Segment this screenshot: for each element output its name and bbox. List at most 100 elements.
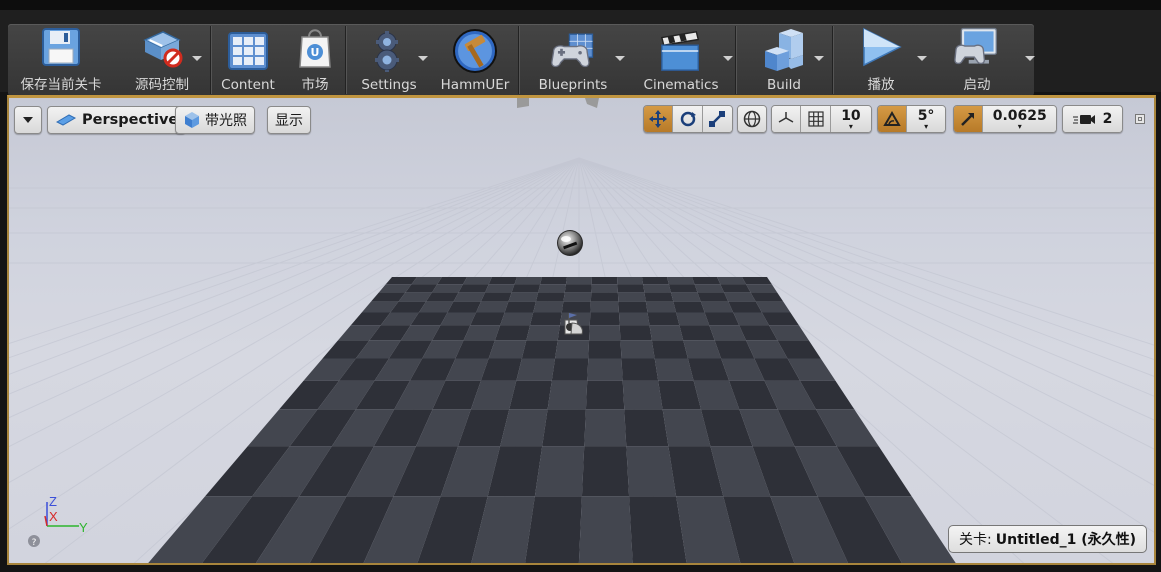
svg-text:?: ? — [32, 538, 37, 548]
floor-tile — [480, 292, 512, 302]
scale-snap-group: 0.0625 ▾ — [953, 105, 1057, 133]
move-arrows-icon — [649, 110, 668, 128]
floor-tile — [643, 284, 671, 293]
floor-tile — [521, 340, 558, 359]
camera-speed-button[interactable]: 2 — [1063, 106, 1122, 132]
floor-tile — [463, 277, 492, 285]
floor-tile — [516, 358, 556, 381]
floor-tile — [589, 312, 620, 326]
floor-tile — [509, 380, 552, 410]
build-button[interactable]: Build — [736, 24, 832, 96]
floor-tile — [624, 409, 669, 447]
surface-snap-button[interactable] — [772, 106, 802, 132]
floor-tile — [535, 292, 565, 302]
content-button[interactable]: Content — [211, 24, 285, 96]
cinematics-button[interactable]: Cinematics — [627, 24, 735, 96]
settings-label: Settings — [361, 77, 417, 93]
floor-tile — [717, 277, 747, 285]
save-level-button[interactable]: 保存当前关卡 — [8, 24, 114, 96]
floor-tile — [697, 292, 729, 302]
rotation-snap-toggle[interactable] — [878, 106, 908, 132]
level-name: Untitled_1 (永久性) — [995, 532, 1136, 548]
save-level-label: 保存当前关卡 — [20, 77, 102, 93]
rotate-icon — [680, 111, 696, 127]
chevron-down-icon[interactable] — [917, 56, 927, 61]
rotation-snap-value-dropdown[interactable]: 5° ▾ — [907, 106, 945, 132]
floor-tile — [742, 277, 772, 285]
floor-tile — [694, 284, 725, 293]
hammer-icon — [452, 28, 498, 74]
show-flags-button[interactable]: 显示 — [267, 106, 311, 134]
floor-tile — [488, 277, 517, 285]
floor-tile — [581, 446, 630, 497]
surface-snap-icon — [778, 112, 794, 123]
floor-tile — [500, 312, 534, 326]
floor-tile — [485, 284, 515, 293]
scale-snap-value-dropdown[interactable]: 0.0625 ▾ — [983, 106, 1056, 132]
scale-icon — [709, 111, 726, 127]
launch-monitor-icon — [954, 24, 1000, 70]
reflection-sphere[interactable] — [557, 230, 583, 256]
floor-tile — [622, 380, 663, 410]
viewport-options-button[interactable] — [14, 106, 42, 134]
floppy-disk-icon — [38, 24, 84, 70]
floor-tile — [533, 301, 564, 313]
svg-text:U: U — [311, 46, 320, 59]
floor-tile — [620, 340, 655, 359]
floor-tile — [658, 380, 701, 410]
grid-snap-value-dropdown[interactable]: 10 ▾ — [830, 106, 871, 132]
floor-tile — [476, 301, 509, 313]
play-icon — [858, 24, 904, 70]
marketplace-button[interactable]: U 市场 — [285, 24, 345, 96]
floor-tile — [683, 340, 722, 359]
translate-mode-button[interactable] — [644, 106, 674, 132]
floor-tile — [589, 325, 621, 341]
launch-button[interactable]: 启动 — [929, 24, 1035, 96]
scale-snap-toggle[interactable] — [954, 106, 984, 132]
blueprints-button[interactable]: Blueprints — [519, 24, 627, 96]
level-viewport[interactable]: Z X Y ? Perspective 带光照 显示 10 ▾ 5° ▾ 0.0… — [7, 95, 1156, 565]
floor-tile — [488, 340, 527, 359]
settings-button[interactable]: Settings — [346, 24, 432, 96]
floor-tile — [563, 292, 592, 302]
floor-tile — [617, 277, 644, 285]
grid-snap-toggle[interactable] — [801, 106, 831, 132]
floor-tile — [645, 301, 677, 313]
chevron-down-icon[interactable] — [723, 56, 733, 61]
scale-mode-button[interactable] — [702, 106, 732, 132]
world-coordinates-button[interactable] — [738, 106, 766, 132]
chevron-down-icon[interactable] — [1025, 56, 1035, 61]
floor-tile — [618, 301, 648, 313]
view-mode-perspective-button[interactable]: Perspective — [47, 106, 187, 134]
floor-tile — [538, 284, 566, 293]
maximize-viewport-button[interactable] — [1135, 114, 1145, 124]
lighting-mode-label: 带光照 — [205, 113, 247, 129]
current-level-label: 关卡: Untitled_1 (永久性) — [948, 525, 1147, 553]
view-mode-label: Perspective — [82, 112, 179, 128]
rotate-mode-button[interactable] — [673, 106, 703, 132]
floor-tile — [746, 284, 778, 293]
chevron-down-icon[interactable] — [814, 56, 824, 61]
play-button[interactable]: 播放 — [833, 24, 929, 96]
build-cubes-icon — [761, 28, 807, 74]
chevron-down-icon[interactable] — [192, 56, 202, 61]
rotation-snap-icon — [883, 111, 901, 126]
hammuer-button[interactable]: HammUEr — [432, 24, 518, 96]
source-control-button[interactable]: 源码控制 — [114, 24, 210, 96]
chevron-down-icon[interactable] — [418, 56, 428, 61]
floor-tile — [591, 277, 618, 285]
floor-tile — [647, 312, 680, 326]
floor-tile — [511, 284, 541, 293]
floor-tile — [670, 292, 701, 302]
help-icon[interactable]: ? — [28, 535, 40, 548]
floor-tile — [704, 312, 740, 326]
chevron-down-icon: ▾ — [848, 122, 853, 131]
main-toolbar: 保存当前关卡 源码控制 Content U 市场 Settings HammUE… — [0, 0, 1161, 96]
lighting-mode-button[interactable]: 带光照 — [175, 106, 255, 134]
chevron-down-icon[interactable] — [615, 56, 625, 61]
source-control-label: 源码控制 — [135, 77, 189, 93]
build-label: Build — [767, 77, 801, 93]
floor-tile — [700, 301, 734, 313]
floor-tile — [617, 284, 645, 293]
floor-tile — [618, 312, 650, 326]
